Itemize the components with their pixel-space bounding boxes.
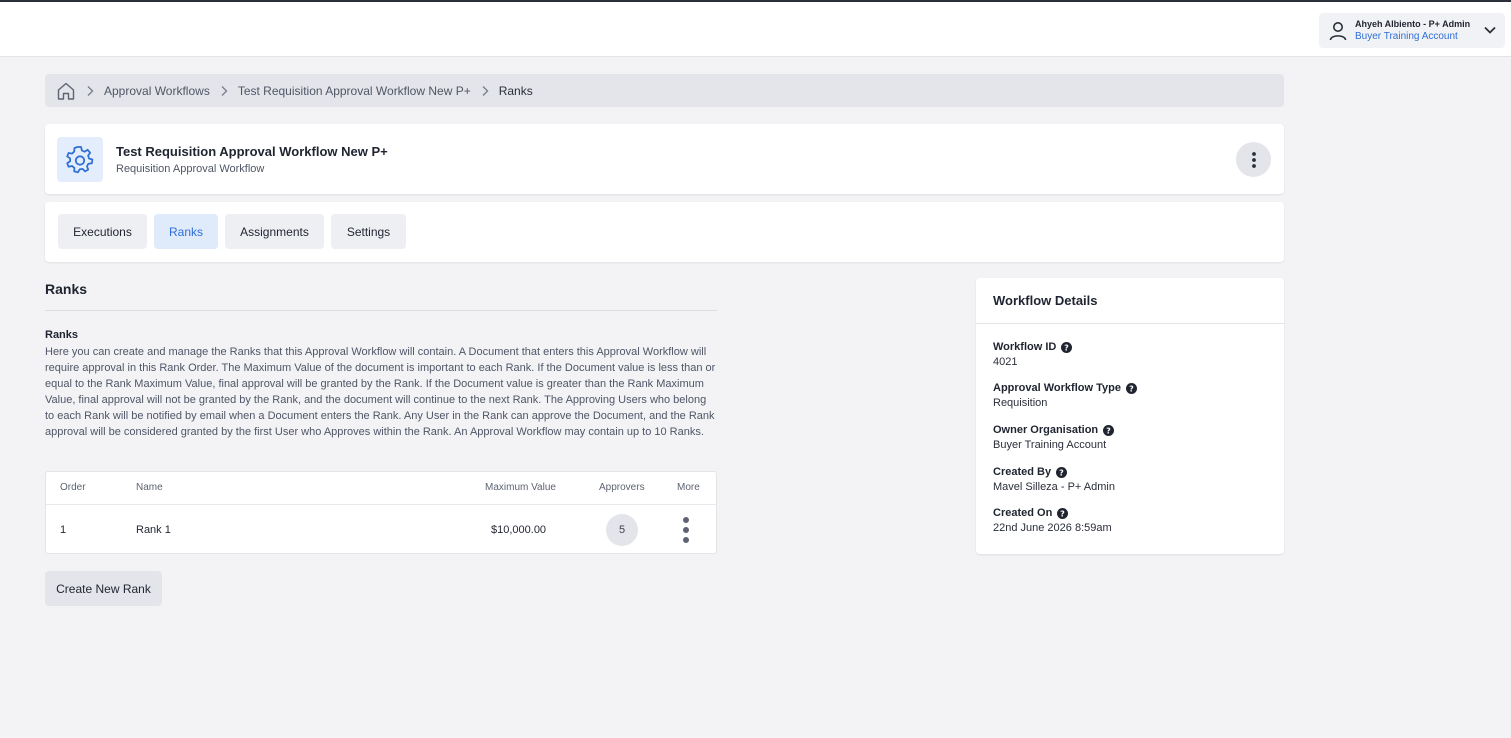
create-new-rank-button[interactable]: Create New Rank (45, 571, 162, 606)
table-divider (46, 504, 716, 505)
tab-executions[interactable]: Executions (58, 214, 147, 249)
svg-text:?: ? (1060, 509, 1065, 518)
detail-label: Created By (993, 466, 1052, 478)
ranks-subheading: Ranks (45, 329, 79, 341)
detail-label: Created On (993, 507, 1053, 519)
rank-max-value: $10,000.00 (491, 524, 547, 536)
help-icon[interactable]: ? (1103, 424, 1115, 436)
detail-value: Mavel Silleza - P+ Admin (993, 481, 1115, 493)
rank-name[interactable]: Rank 1 (136, 524, 171, 536)
column-header-order: Order (60, 482, 86, 493)
svg-text:?: ? (1129, 384, 1134, 393)
tab-settings[interactable]: Settings (331, 214, 406, 249)
help-icon[interactable]: ? (1056, 466, 1068, 478)
more-options-button[interactable] (1236, 142, 1271, 177)
workflow-header-card: Test Requisition Approval Workflow New P… (45, 124, 1284, 194)
page-subtitle: Requisition Approval Workflow (116, 163, 265, 175)
detail-label: Workflow ID (993, 341, 1057, 353)
breadcrumb: Approval Workflows Test Requisition Appr… (45, 74, 1284, 107)
user-name: Ahyeh Albiento - P+ Admin (1355, 19, 1471, 29)
user-account: Buyer Training Account (1355, 31, 1458, 42)
rank-order: 1 (60, 524, 67, 536)
help-icon[interactable]: ? (1057, 507, 1069, 519)
column-header-approvers: Approvers (599, 482, 645, 493)
tab-ranks[interactable]: Ranks (154, 214, 218, 249)
details-title: Workflow Details (993, 293, 1098, 308)
kebab-icon (1251, 151, 1256, 168)
detail-created-on: Created On? 22nd June 2026 8:59am (993, 507, 1112, 534)
page-title: Test Requisition Approval Workflow New P… (116, 144, 388, 159)
section-title: Ranks (45, 281, 88, 297)
chevron-right-icon (86, 85, 94, 97)
gear-icon (57, 137, 103, 182)
breadcrumb-workflow[interactable]: Test Requisition Approval Workflow New P… (238, 84, 471, 98)
detail-workflow-type: Approval Workflow Type? Requisition (993, 382, 1137, 409)
ranks-table: Order Name Maximum Value Approvers More … (45, 471, 717, 554)
help-icon[interactable]: ? (1125, 382, 1137, 394)
user-menu[interactable]: Ahyeh Albiento - P+ Admin Buyer Training… (1319, 13, 1505, 48)
column-header-max-value: Maximum Value (485, 482, 556, 493)
detail-created-by: Created By? Mavel Silleza - P+ Admin (993, 466, 1115, 493)
detail-owner-organisation: Owner Organisation? Buyer Training Accou… (993, 424, 1115, 451)
details-divider (976, 323, 1284, 324)
detail-label: Owner Organisation (993, 424, 1099, 436)
chevron-down-icon[interactable] (1483, 23, 1497, 42)
workflow-details-card: Workflow Details Workflow ID? 4021 Appro… (976, 278, 1284, 554)
svg-text:?: ? (1065, 343, 1070, 352)
chevron-right-icon (220, 85, 228, 97)
column-header-name: Name (136, 482, 163, 493)
approvers-count-badge[interactable]: 5 (606, 514, 638, 546)
detail-value: 22nd June 2026 8:59am (993, 522, 1112, 534)
home-icon[interactable] (56, 81, 76, 101)
tab-assignments[interactable]: Assignments (225, 214, 324, 249)
svg-text:?: ? (1106, 426, 1111, 435)
row-more-button[interactable] (682, 516, 690, 549)
user-info: Ahyeh Albiento - P+ Admin Buyer Training… (1355, 18, 1470, 43)
detail-value: Requisition (993, 397, 1048, 409)
breadcrumb-current: Ranks (498, 83, 533, 98)
tabs-bar: Executions Ranks Assignments Settings (45, 202, 1284, 262)
column-header-more: More (677, 482, 700, 493)
detail-label: Approval Workflow Type (993, 382, 1121, 394)
top-bar: Ahyeh Albiento - P+ Admin Buyer Training… (0, 0, 1511, 57)
user-icon (1327, 21, 1349, 41)
detail-workflow-id: Workflow ID? 4021 (993, 341, 1073, 368)
section-divider (45, 310, 717, 311)
detail-value: 4021 (993, 356, 1018, 368)
help-icon[interactable]: ? (1061, 341, 1073, 353)
svg-text:?: ? (1059, 468, 1064, 477)
breadcrumb-approval-workflows[interactable]: Approval Workflows (104, 84, 210, 98)
chevron-right-icon (481, 85, 489, 97)
kebab-icon (683, 517, 689, 543)
ranks-description: Here you can create and manage the Ranks… (45, 346, 716, 438)
detail-value: Buyer Training Account (993, 439, 1107, 451)
